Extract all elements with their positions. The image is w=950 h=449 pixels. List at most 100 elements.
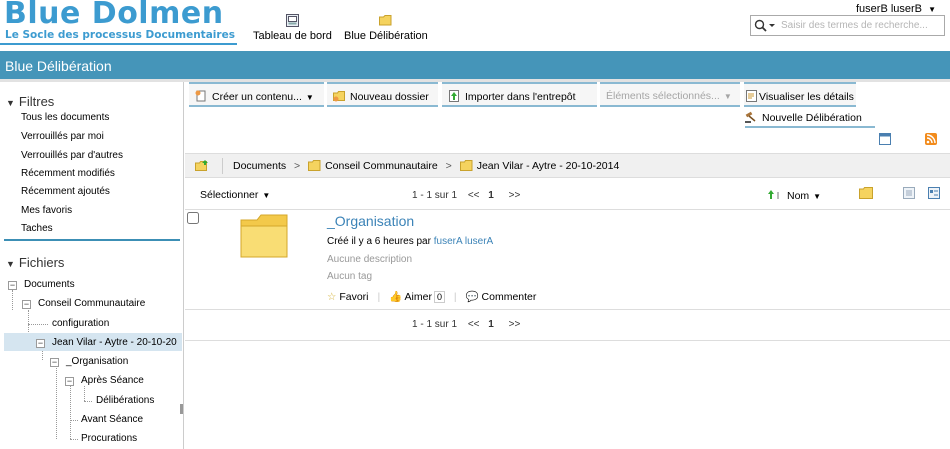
- collapse-icon[interactable]: −: [36, 339, 45, 348]
- pager-prev[interactable]: <<: [468, 319, 480, 330]
- document-title[interactable]: _Organisation: [327, 213, 414, 229]
- pager-next[interactable]: >>: [509, 319, 521, 330]
- folder-toggle-icon[interactable]: [859, 187, 873, 199]
- app-link-label: Blue Délibération: [344, 30, 428, 42]
- user-menu[interactable]: fuserB luserB ▼: [856, 3, 936, 15]
- filter-locked-by-others[interactable]: Verrouillés par d'autres: [21, 150, 123, 161]
- new-deliberation-button[interactable]: Nouvelle Délibération: [745, 111, 862, 124]
- breadcrumb-documents[interactable]: Documents: [233, 160, 286, 172]
- tree-node-jean-vilar[interactable]: − Jean Vilar - Aytre - 20-10-20: [36, 337, 182, 348]
- tree-node-apres-seance[interactable]: − Après Séance: [65, 375, 144, 386]
- filter-all-documents[interactable]: Tous les documents: [21, 112, 109, 123]
- create-content-button[interactable]: Créer un contenu... ▼: [189, 82, 324, 107]
- new-folder-button[interactable]: Nouveau dossier: [327, 82, 438, 107]
- list-separator: [185, 209, 950, 210]
- tree-node-organisation[interactable]: − _Organisation: [50, 356, 128, 367]
- filters-title: Filtres: [18, 94, 55, 109]
- document-checkbox[interactable]: [187, 212, 199, 224]
- favorite-action[interactable]: ☆ Favori: [327, 291, 369, 303]
- user-name: fuserB luserB: [855, 3, 923, 15]
- comment-action[interactable]: 💬 Commenter: [466, 291, 537, 303]
- files-header[interactable]: ▼ Fichiers: [6, 255, 64, 270]
- filter-recently-modified[interactable]: Récemment modifiés: [21, 168, 115, 179]
- pager-next[interactable]: >>: [509, 190, 521, 201]
- tree-node-documents[interactable]: − Documents: [8, 279, 75, 290]
- filters-header[interactable]: ▼ Filtres: [6, 94, 54, 109]
- pager-page[interactable]: 1: [488, 190, 494, 201]
- pager-range: 1 - 1 sur 1: [412, 190, 458, 201]
- view-details-label: Visualiser les détails: [759, 91, 854, 103]
- site-title-bar: Blue Délibération: [0, 51, 950, 79]
- tree-node-label: Après Séance: [81, 375, 144, 386]
- tree-node-conseil[interactable]: − Conseil Communautaire: [22, 298, 145, 309]
- logo-underline: [0, 43, 237, 45]
- detailed-view-icon[interactable]: [928, 187, 940, 199]
- breadcrumb-conseil[interactable]: Conseil Communautaire: [325, 160, 438, 172]
- tree-connector: [70, 386, 71, 439]
- chevron-down-icon: ▼: [262, 191, 271, 200]
- view-details-button[interactable]: Visualiser les détails: [744, 82, 856, 107]
- filter-recently-added[interactable]: Récemment ajoutés: [21, 186, 110, 197]
- folder-up-icon[interactable]: [195, 159, 209, 172]
- pager-bottom: 1 - 1 sur 1 << 1 >>: [412, 319, 520, 330]
- new-deliberation-underline: [745, 126, 875, 128]
- sort-label: Nom: [787, 190, 810, 202]
- search-icon[interactable]: [754, 19, 776, 35]
- app-link-blue-deliberation[interactable]: Blue Délibération: [344, 14, 428, 42]
- tree-node-avant-seance[interactable]: Avant Séance: [81, 414, 143, 425]
- pager-prev[interactable]: <<: [468, 190, 480, 201]
- chevron-down-icon: ▼: [723, 92, 732, 101]
- collapse-icon[interactable]: −: [50, 358, 59, 367]
- logo-title[interactable]: Blue Dolmen: [4, 0, 224, 31]
- select-menu[interactable]: Sélectionner ▼: [200, 189, 270, 201]
- action-separator: |: [377, 291, 381, 303]
- pager-page[interactable]: 1: [488, 319, 494, 330]
- collapse-triangle-icon: ▼: [6, 259, 15, 269]
- files-title: Fichiers: [18, 255, 65, 270]
- filter-tasks[interactable]: Taches: [21, 223, 53, 234]
- created-by-link[interactable]: fuserA luserA: [434, 236, 493, 247]
- pager-top: 1 - 1 sur 1 << 1 >>: [412, 190, 520, 201]
- import-button[interactable]: Importer dans l'entrepôt: [442, 82, 597, 107]
- comment-icon: 💬: [465, 291, 479, 303]
- site-title: Blue Délibération: [5, 58, 112, 74]
- logo-subtitle: Le Socle des processus Documentaires: [5, 29, 235, 41]
- tree-node-label: Conseil Communautaire: [38, 298, 146, 309]
- tree-node-deliberations[interactable]: Délibérations: [96, 395, 154, 406]
- collapse-icon[interactable]: −: [65, 377, 74, 386]
- fullscreen-icon[interactable]: [879, 133, 891, 145]
- like-label: Aimer: [404, 291, 432, 303]
- tree-node-label: Documents: [24, 279, 75, 290]
- collapse-icon[interactable]: −: [8, 281, 17, 290]
- comment-label: Commenter: [481, 291, 537, 303]
- star-icon: ☆: [327, 291, 337, 303]
- chevron-down-icon: ▼: [813, 192, 822, 201]
- simple-view-icon[interactable]: [903, 187, 915, 199]
- breadcrumb-divider: [222, 158, 223, 174]
- filter-locked-by-me[interactable]: Verrouillés par moi: [21, 131, 104, 142]
- breadcrumb-current: Jean Vilar - Aytre - 20-10-2014: [476, 160, 620, 172]
- tree-connector: [28, 324, 48, 325]
- document-actions: ☆ Favori | 👍 Aimer 0 | 💬 Commenter: [327, 290, 536, 303]
- details-icon: [746, 90, 757, 102]
- search-input[interactable]: [781, 18, 941, 33]
- create-content-label: Créer un contenu...: [212, 91, 302, 103]
- app-link-dashboard[interactable]: Tableau de bord: [253, 14, 332, 42]
- sort-direction-icon[interactable]: [767, 189, 781, 200]
- thumbs-up-icon: 👍: [389, 291, 403, 303]
- rss-icon[interactable]: [925, 133, 937, 145]
- panel-resize-handle[interactable]: [180, 404, 183, 414]
- folder-large-icon[interactable]: [239, 212, 291, 260]
- like-action[interactable]: 👍 Aimer 0: [389, 291, 445, 303]
- selected-items-label: Éléments sélectionnés...: [606, 90, 720, 102]
- upload-icon: [449, 90, 459, 102]
- selected-items-button[interactable]: Éléments sélectionnés... ▼: [600, 82, 740, 107]
- collapse-icon[interactable]: −: [22, 300, 31, 309]
- tree-node-procurations[interactable]: Procurations: [81, 433, 137, 444]
- tree-connector: [84, 401, 92, 402]
- tree-node-configuration[interactable]: configuration: [52, 318, 109, 329]
- pager-range: 1 - 1 sur 1: [412, 319, 458, 330]
- collapse-triangle-icon: ▼: [6, 98, 15, 108]
- sort-menu[interactable]: Nom ▼: [767, 189, 821, 202]
- filter-my-favorites[interactable]: Mes favoris: [21, 205, 72, 216]
